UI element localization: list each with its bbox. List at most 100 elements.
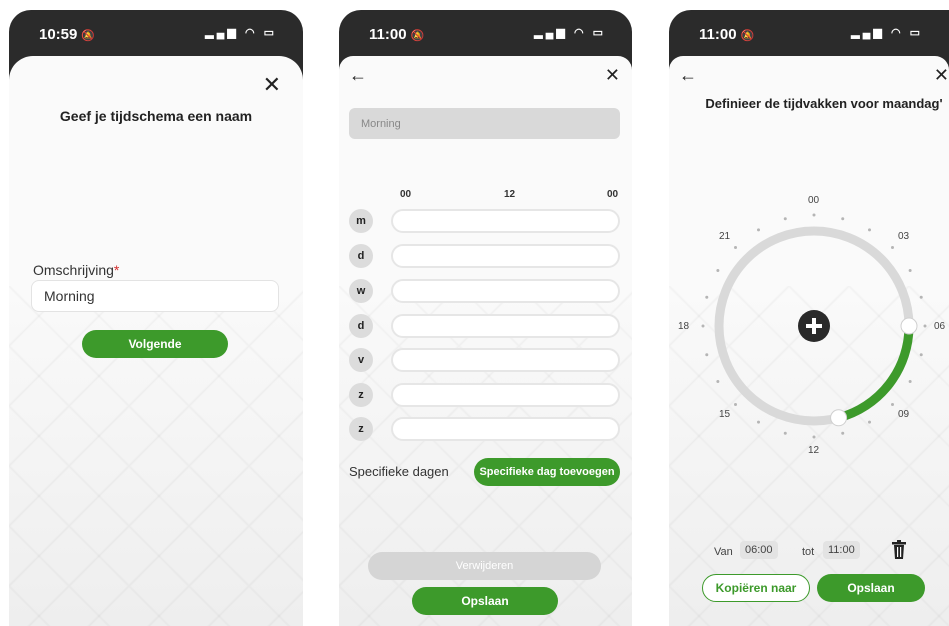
status-bar: 11:00 🔕 ▂▄▆ ◠ ▭ <box>339 10 632 58</box>
page-title: Definieer de tijdvakken voor maandag' <box>705 96 943 111</box>
dial-tick-dot <box>705 353 709 357</box>
status-time-text: 11:00 <box>699 26 737 43</box>
dial-tick-dot <box>734 402 738 406</box>
save-button[interactable]: Opslaan <box>817 574 925 602</box>
dial-tick-dot <box>812 213 816 217</box>
start-handle[interactable] <box>900 317 918 335</box>
delete-button[interactable]: Verwijderen <box>368 552 601 580</box>
day-row: d <box>349 244 620 268</box>
day-timeline[interactable] <box>391 417 620 441</box>
day-row: v <box>349 348 620 372</box>
dial-tick-dot <box>841 431 845 435</box>
time-dial[interactable] <box>669 183 949 463</box>
status-time-text: 10:59 <box>39 26 78 43</box>
clock-label-21: 21 <box>719 231 731 242</box>
phone-screen-define-periods: 11:00 🔕 ▂▄▆ ◠ ▭ ← ✕ Definieer de tijdvakk… <box>669 10 949 626</box>
dial-tick-dot <box>757 420 760 424</box>
mute-bell-icon: 🔕 <box>410 30 425 42</box>
dial-tick-dot <box>716 380 720 383</box>
status-bar: 10:59 🔕 ▂▄▆ ◠ ▭ <box>9 10 303 58</box>
dial-tick-dot <box>701 324 705 328</box>
clock-label-12: 12 <box>808 445 820 456</box>
mute-bell-icon: 🔕 <box>740 30 755 42</box>
day-badge: v <box>349 348 373 372</box>
description-input[interactable]: Morning <box>31 280 279 312</box>
dial-tick-dot <box>868 420 871 424</box>
back-arrow-icon[interactable]: ← <box>349 66 367 84</box>
dial-tick-dot <box>890 246 894 250</box>
clock-label-06: 06 <box>934 321 946 332</box>
day-timeline[interactable] <box>391 279 620 303</box>
dial-tick-dot <box>757 228 760 232</box>
dial-tick-dot <box>908 269 912 272</box>
dial-tick-dot <box>890 402 894 406</box>
dial-tick-dot <box>716 269 720 272</box>
schedule-name-field[interactable]: Morning <box>349 108 620 139</box>
mute-bell-icon: 🔕 <box>81 30 96 42</box>
close-icon[interactable]: ✕ <box>934 66 949 84</box>
selected-period-arc <box>837 325 914 423</box>
hour-label-start: 00 <box>400 189 412 200</box>
end-handle[interactable] <box>830 409 848 427</box>
clock-label-00: 00 <box>808 195 820 206</box>
status-time: 10:59 🔕 <box>39 26 95 43</box>
save-button[interactable]: Opslaan <box>412 587 558 615</box>
dial-tick-dot <box>705 295 709 299</box>
copy-to-button[interactable]: Kopiëren naar <box>702 574 810 602</box>
phone-screen-name-schedule: 10:59 🔕 ▂▄▆ ◠ ▭ ✕ Geef je tijdschema een … <box>9 10 303 626</box>
hour-label-end: 00 <box>607 189 619 200</box>
modal-sheet: ✕ Geef je tijdschema een naam Omschrijvi… <box>9 56 303 626</box>
day-timeline[interactable] <box>391 348 620 372</box>
status-time: 11:00 🔕 <box>699 26 754 43</box>
day-badge: m <box>349 209 373 233</box>
close-icon[interactable]: ✕ <box>263 74 281 96</box>
dial-tick-dot <box>812 435 816 439</box>
description-input-value: Morning <box>44 288 95 304</box>
clock-label-03: 03 <box>898 231 910 242</box>
dial-tick-dot <box>841 217 845 221</box>
close-icon[interactable]: ✕ <box>605 66 620 84</box>
signal-wifi-battery-icon: ▂▄▆ ◠ ▭ <box>534 27 606 39</box>
dial-tick-dot <box>734 246 738 250</box>
day-timeline[interactable] <box>391 244 620 268</box>
day-row: z <box>349 417 620 441</box>
day-timeline[interactable] <box>391 314 620 338</box>
from-time-field[interactable]: 06:00 <box>740 541 778 559</box>
dial-tick-dot <box>919 353 923 357</box>
modal-sheet: ← ✕ Definieer de tijdvakken voor maandag… <box>669 56 949 626</box>
day-row: m <box>349 209 620 233</box>
next-button[interactable]: Volgende <box>82 330 228 358</box>
to-time-field[interactable]: 11:00 <box>823 541 860 559</box>
clock-label-18: 18 <box>678 321 690 332</box>
day-badge: d <box>349 314 373 338</box>
day-timeline[interactable] <box>391 383 620 407</box>
day-row: w <box>349 279 620 303</box>
day-row: d <box>349 314 620 338</box>
dial-tick-dot <box>908 380 912 383</box>
day-badge: z <box>349 383 373 407</box>
add-specific-day-button[interactable]: Specifieke dag toevoegen <box>474 458 620 486</box>
status-time: 11:00 🔕 <box>369 26 424 43</box>
dial-tick-dot <box>923 324 927 328</box>
status-time-text: 11:00 <box>369 26 407 43</box>
day-badge: w <box>349 279 373 303</box>
clock-label-15: 15 <box>719 409 731 420</box>
description-label: Omschrijving* <box>33 262 119 278</box>
day-row: z <box>349 383 620 407</box>
specific-days-label: Specifieke dagen <box>349 464 449 479</box>
signal-wifi-battery-icon: ▂▄▆ ◠ ▭ <box>851 27 923 39</box>
signal-wifi-battery-icon: ▂▄▆ ◠ ▭ <box>205 27 277 39</box>
modal-sheet: ← ✕ Morning 00 12 00 m d w d v z z Speci… <box>339 56 632 626</box>
clock-label-09: 09 <box>898 409 910 420</box>
hour-label-middle: 12 <box>504 189 516 200</box>
page-title: Geef je tijdschema een naam <box>59 108 253 124</box>
back-arrow-icon[interactable]: ← <box>679 66 697 84</box>
from-label: Van <box>714 546 733 558</box>
trash-icon[interactable] <box>891 540 907 560</box>
plus-circle-icon[interactable] <box>798 310 830 342</box>
dial-tick-dot <box>919 295 923 299</box>
dial-tick-dot <box>783 431 787 435</box>
phone-screen-schedule-overview: 11:00 🔕 ▂▄▆ ◠ ▭ ← ✕ Morning 00 12 00 m d … <box>339 10 632 626</box>
day-badge: z <box>349 417 373 441</box>
day-timeline[interactable] <box>391 209 620 233</box>
